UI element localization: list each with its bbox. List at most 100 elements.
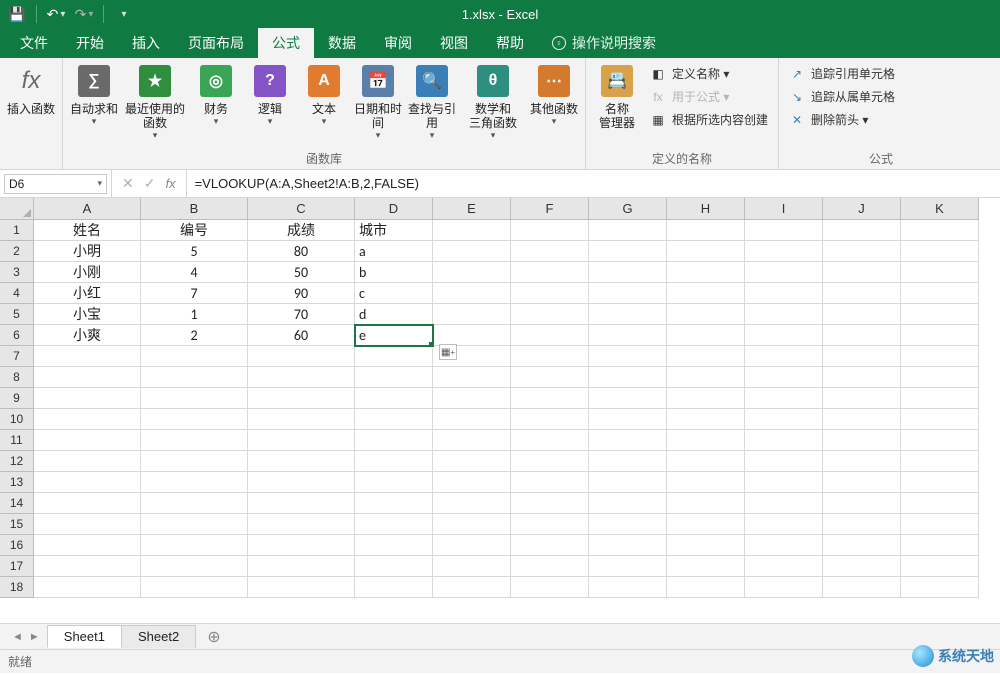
cell-K2[interactable]: [901, 241, 979, 262]
cell-A14[interactable]: [34, 493, 141, 514]
cell-J13[interactable]: [823, 472, 901, 493]
cell-I2[interactable]: [745, 241, 823, 262]
col-header-A[interactable]: A: [34, 198, 141, 220]
cell-J18[interactable]: [823, 577, 901, 598]
cell-E13[interactable]: [433, 472, 511, 493]
cell-E16[interactable]: [433, 535, 511, 556]
cell-F16[interactable]: [511, 535, 589, 556]
fnlib-5[interactable]: 📅日期和时间▾: [353, 62, 403, 141]
cell-F5[interactable]: [511, 304, 589, 325]
cell-K1[interactable]: [901, 220, 979, 241]
cell-B17[interactable]: [141, 556, 248, 577]
cell-I3[interactable]: [745, 262, 823, 283]
cell-A4[interactable]: 小红: [34, 283, 141, 304]
sheet-nav[interactable]: ◄►: [4, 631, 48, 643]
tab-5[interactable]: 数据: [314, 28, 370, 58]
cell-D16[interactable]: [355, 535, 433, 556]
audit-2[interactable]: ✕删除箭头 ▾: [789, 110, 895, 129]
cell-C16[interactable]: [248, 535, 355, 556]
tab-4[interactable]: 公式: [258, 28, 314, 58]
cell-A3[interactable]: 小刚: [34, 262, 141, 283]
cell-G17[interactable]: [589, 556, 667, 577]
sheet-tab-Sheet1[interactable]: Sheet1: [47, 625, 122, 648]
cell-G16[interactable]: [589, 535, 667, 556]
cell-K8[interactable]: [901, 367, 979, 388]
cell-K4[interactable]: [901, 283, 979, 304]
row-header-10[interactable]: 10: [0, 409, 34, 430]
cell-D12[interactable]: [355, 451, 433, 472]
defname-2[interactable]: ▦根据所选内容创建: [650, 110, 768, 129]
cell-F9[interactable]: [511, 388, 589, 409]
cell-H4[interactable]: [667, 283, 745, 304]
cell-D17[interactable]: [355, 556, 433, 577]
cell-C6[interactable]: 60: [248, 325, 355, 346]
col-header-B[interactable]: B: [141, 198, 248, 220]
cell-D11[interactable]: [355, 430, 433, 451]
cell-F6[interactable]: [511, 325, 589, 346]
cell-C1[interactable]: 成绩: [248, 220, 355, 241]
row-header-15[interactable]: 15: [0, 514, 34, 535]
cell-G2[interactable]: [589, 241, 667, 262]
cell-H10[interactable]: [667, 409, 745, 430]
cell-C5[interactable]: 70: [248, 304, 355, 325]
cell-K10[interactable]: [901, 409, 979, 430]
cell-J4[interactable]: [823, 283, 901, 304]
col-header-G[interactable]: G: [589, 198, 667, 220]
cell-J6[interactable]: [823, 325, 901, 346]
row-header-5[interactable]: 5: [0, 304, 34, 325]
cell-D6[interactable]: e: [355, 325, 433, 346]
cell-E5[interactable]: [433, 304, 511, 325]
cell-J7[interactable]: [823, 346, 901, 367]
cell-H13[interactable]: [667, 472, 745, 493]
cell-D7[interactable]: [355, 346, 433, 367]
row-header-7[interactable]: 7: [0, 346, 34, 367]
save-icon[interactable]: 💾: [6, 3, 28, 25]
row-header-3[interactable]: 3: [0, 262, 34, 283]
cell-J12[interactable]: [823, 451, 901, 472]
cell-B10[interactable]: [141, 409, 248, 430]
cell-F14[interactable]: [511, 493, 589, 514]
tab-8[interactable]: 帮助: [482, 28, 538, 58]
cell-H14[interactable]: [667, 493, 745, 514]
cell-A12[interactable]: [34, 451, 141, 472]
cell-A6[interactable]: 小爽: [34, 325, 141, 346]
cell-A9[interactable]: [34, 388, 141, 409]
row-header-9[interactable]: 9: [0, 388, 34, 409]
cell-I4[interactable]: [745, 283, 823, 304]
cell-I9[interactable]: [745, 388, 823, 409]
cell-F15[interactable]: [511, 514, 589, 535]
cell-K7[interactable]: [901, 346, 979, 367]
cell-G9[interactable]: [589, 388, 667, 409]
cell-G6[interactable]: [589, 325, 667, 346]
cell-C11[interactable]: [248, 430, 355, 451]
cell-K11[interactable]: [901, 430, 979, 451]
cancel-formula-icon[interactable]: ✕: [122, 175, 134, 192]
cell-J1[interactable]: [823, 220, 901, 241]
cell-A7[interactable]: [34, 346, 141, 367]
cell-C13[interactable]: [248, 472, 355, 493]
row-header-4[interactable]: 4: [0, 283, 34, 304]
enter-formula-icon[interactable]: ✓: [144, 175, 156, 192]
cell-K18[interactable]: [901, 577, 979, 598]
cell-E8[interactable]: [433, 367, 511, 388]
cell-D5[interactable]: d: [355, 304, 433, 325]
cell-G15[interactable]: [589, 514, 667, 535]
cell-K9[interactable]: [901, 388, 979, 409]
row-header-18[interactable]: 18: [0, 577, 34, 598]
cell-D1[interactable]: 城市: [355, 220, 433, 241]
cell-H1[interactable]: [667, 220, 745, 241]
cell-D2[interactable]: a: [355, 241, 433, 262]
cell-G10[interactable]: [589, 409, 667, 430]
cell-I14[interactable]: [745, 493, 823, 514]
cell-H17[interactable]: [667, 556, 745, 577]
row-header-17[interactable]: 17: [0, 556, 34, 577]
row-header-2[interactable]: 2: [0, 241, 34, 262]
cell-H2[interactable]: [667, 241, 745, 262]
row-header-8[interactable]: 8: [0, 367, 34, 388]
row-header-12[interactable]: 12: [0, 451, 34, 472]
col-header-H[interactable]: H: [667, 198, 745, 220]
cell-H5[interactable]: [667, 304, 745, 325]
cell-A2[interactable]: 小明: [34, 241, 141, 262]
cell-J2[interactable]: [823, 241, 901, 262]
cell-E15[interactable]: [433, 514, 511, 535]
